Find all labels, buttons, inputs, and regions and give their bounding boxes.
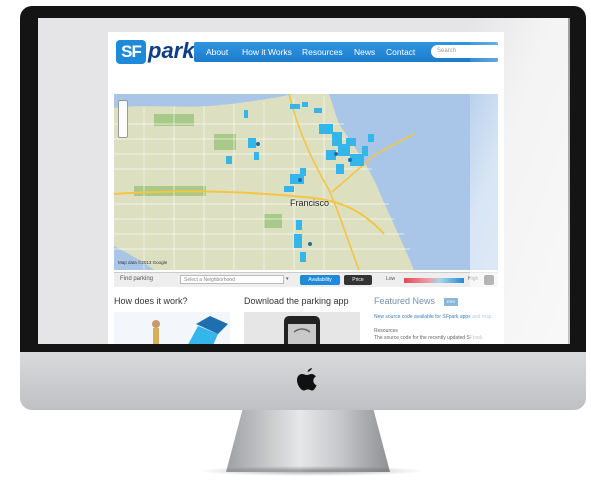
price-button[interactable]: Price <box>344 275 372 285</box>
nav-how-it-works[interactable]: How it Works <box>242 42 292 62</box>
logo-badge[interactable]: SF <box>116 40 146 64</box>
parking-app-phone-image[interactable] <box>244 312 360 344</box>
select-arrow-icon[interactable]: ▾ <box>286 276 289 282</box>
sfpark-webpage: SF park About How it Works Resources New… <box>108 32 504 344</box>
news-item-category: Resources <box>374 328 398 334</box>
main-nav: About How it Works Resources News Contac… <box>194 42 504 62</box>
neighborhood-select[interactable]: Select a Neighborhood <box>180 275 284 284</box>
apple-logo-icon <box>297 368 317 391</box>
how-it-works-illustration[interactable] <box>114 312 230 344</box>
rss-badge[interactable]: RSS <box>444 298 458 306</box>
search-input[interactable]: Search <box>431 45 504 58</box>
map-attribution: Map data ©2013 Google <box>118 260 168 265</box>
parking-map[interactable]: Francisco Map data ©2013 Google <box>114 94 498 270</box>
refresh-icon[interactable] <box>484 275 494 285</box>
nav-about[interactable]: About <box>206 42 228 62</box>
featured-news-heading: Featured News <box>374 296 436 306</box>
map-zoom-control[interactable] <box>118 100 128 138</box>
map-canvas[interactable] <box>114 94 498 270</box>
availability-button[interactable]: Availability <box>300 275 340 285</box>
download-app-heading: Download the parking app <box>244 296 349 306</box>
stand-shadow <box>196 466 426 476</box>
logo-wordmark[interactable]: park <box>148 38 194 64</box>
nav-news[interactable]: News <box>354 42 375 62</box>
nav-contact[interactable]: Contact <box>386 42 415 62</box>
find-parking-label: Find parking <box>120 276 154 282</box>
legend-low-label: Low <box>386 276 396 282</box>
screen: SF park About How it Works Resources New… <box>38 18 568 344</box>
legend-high-label: High <box>468 276 479 282</box>
map-city-label: Francisco <box>290 198 330 208</box>
how-it-works-heading: How does it work? <box>114 296 188 306</box>
map-toolbar: Find parking Select a Neighborhood ▾ Ava… <box>114 272 498 287</box>
monitor-stand <box>226 410 390 472</box>
news-item-text: The source code for the recently updated… <box>374 335 483 341</box>
nav-resources[interactable]: Resources <box>302 42 343 62</box>
news-item-link[interactable]: New source code available for SFpark app… <box>374 314 498 320</box>
price-legend-bar <box>404 278 464 283</box>
